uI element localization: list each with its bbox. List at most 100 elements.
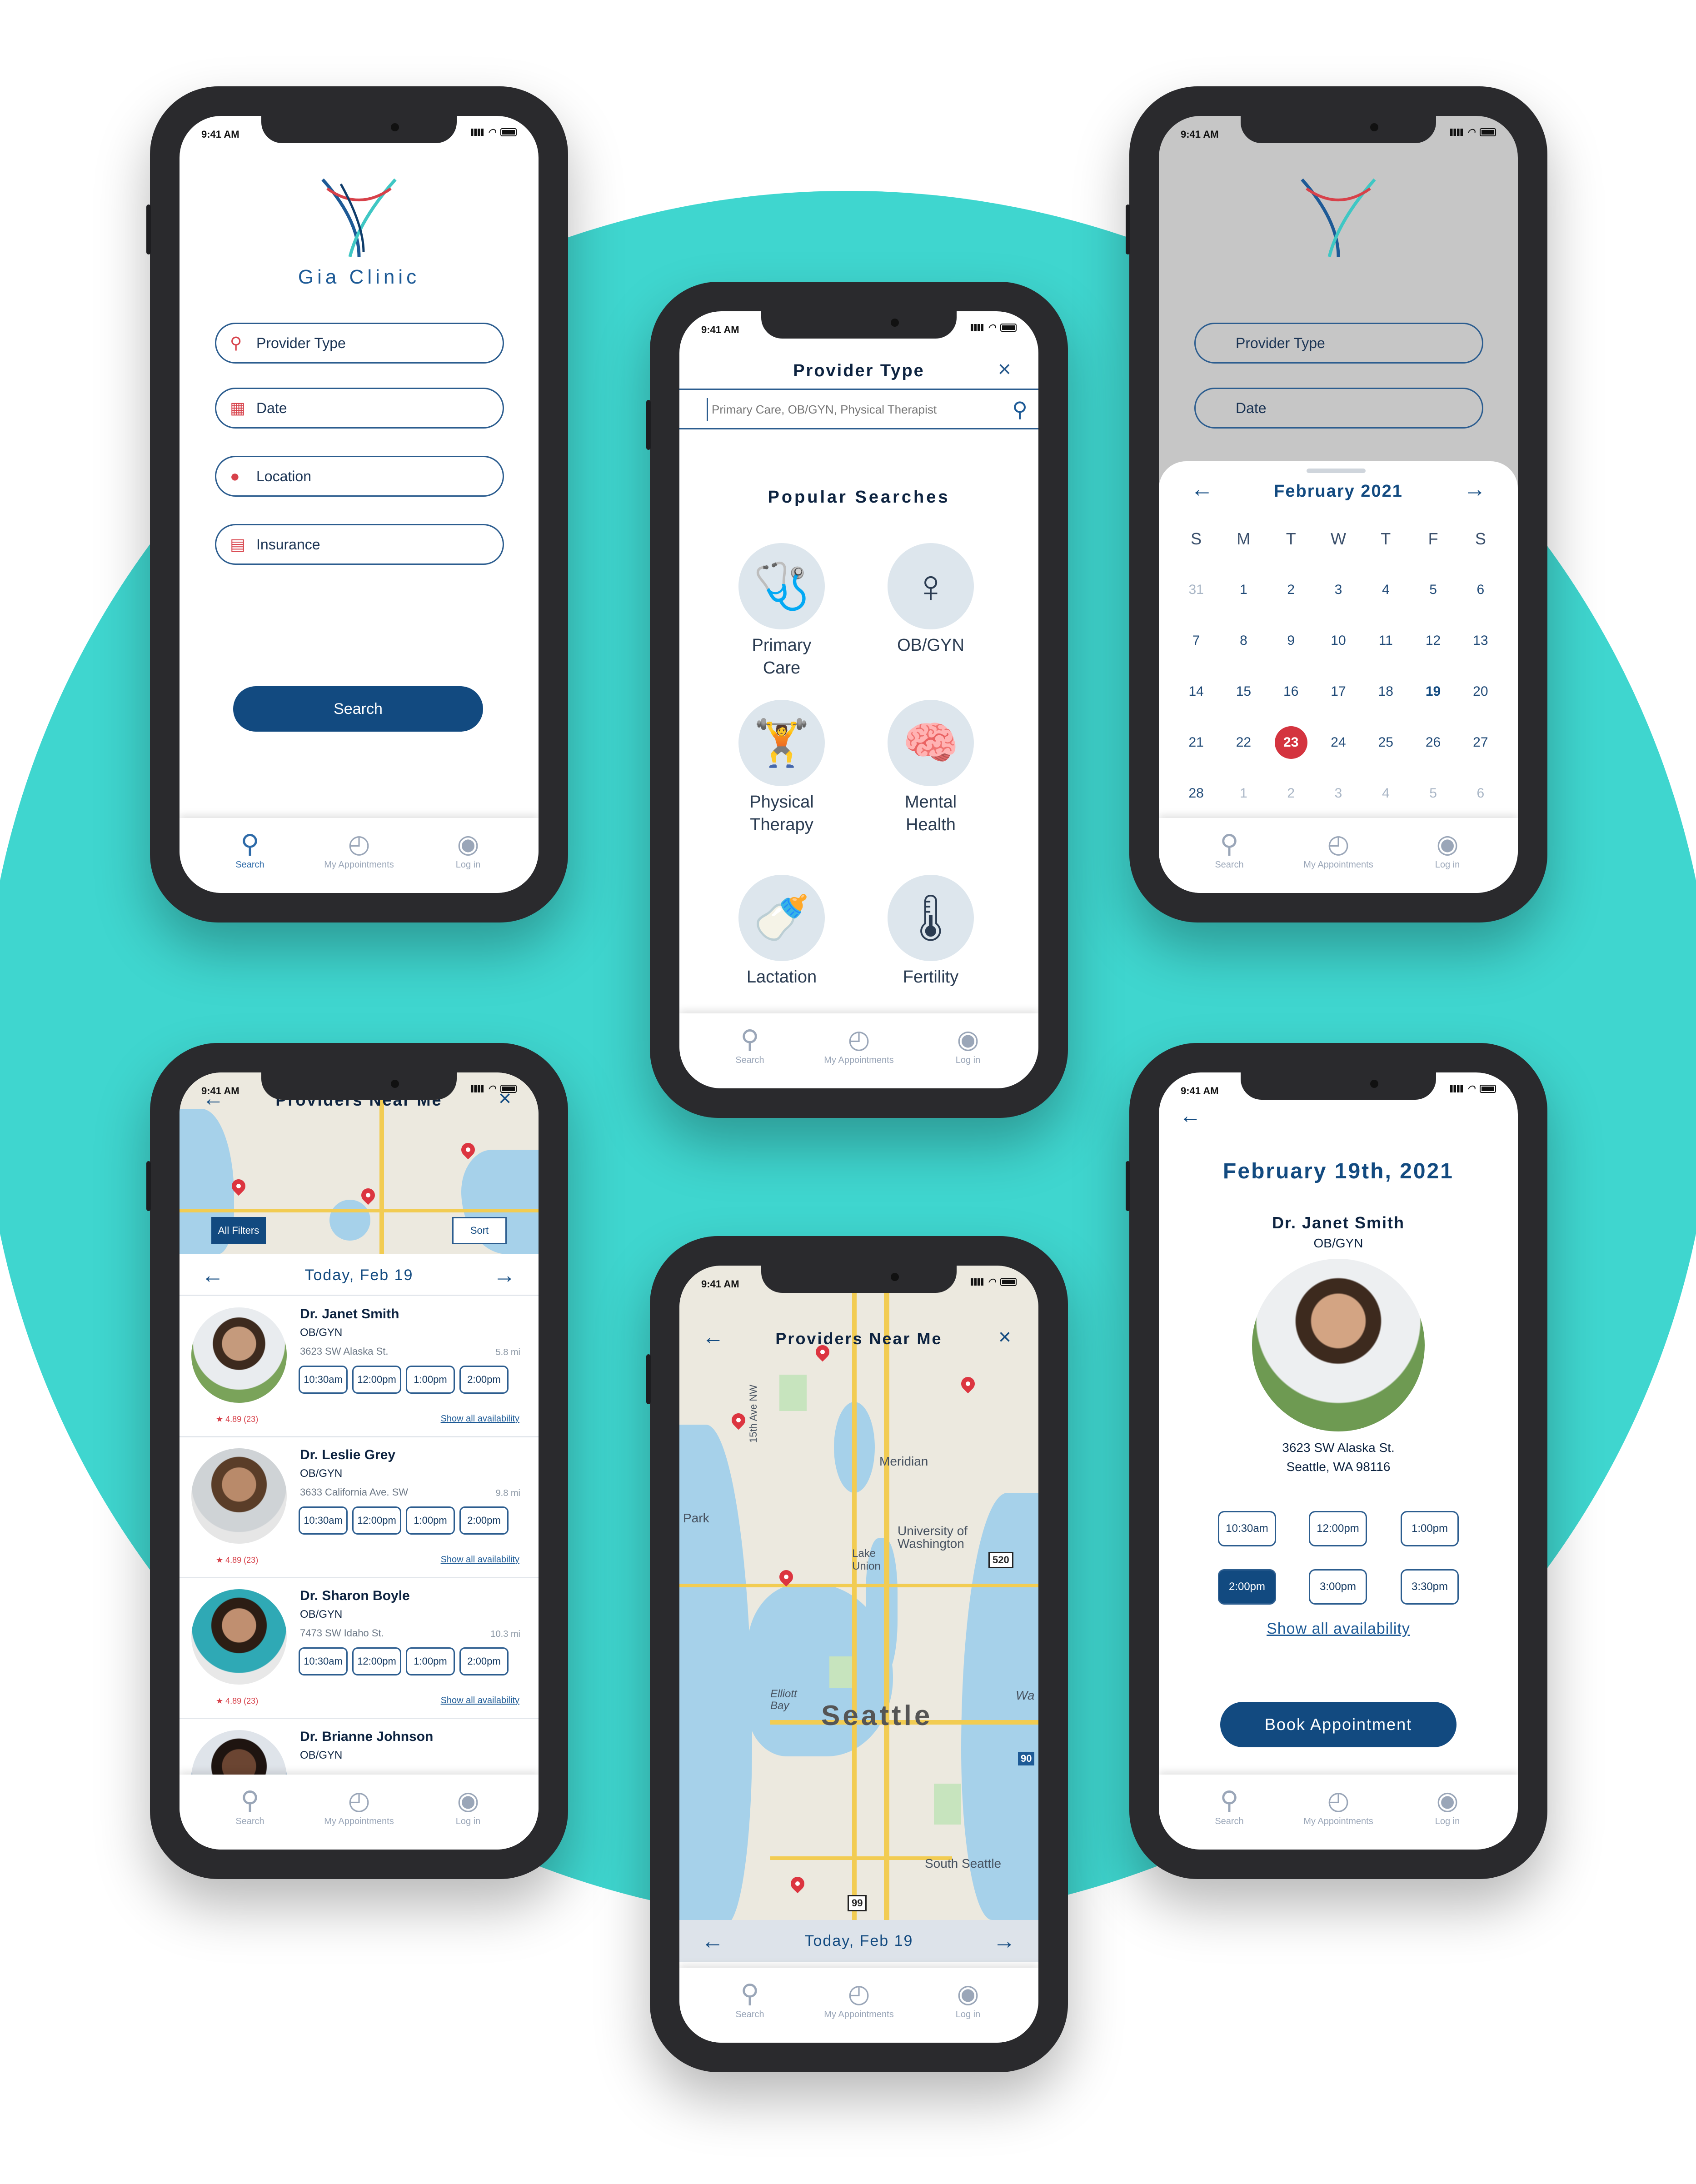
calendar-day[interactable]: 19 bbox=[1409, 666, 1457, 717]
category-mental-health[interactable]: 🧠 Mental Health bbox=[885, 700, 976, 836]
calendar-day[interactable]: 12 bbox=[1409, 615, 1457, 666]
next-day-arrow-icon[interactable]: → bbox=[993, 1920, 1017, 1962]
calendar-day[interactable]: 6 bbox=[1457, 564, 1504, 615]
tab-appointments[interactable]: ◴ My Appointments bbox=[307, 1785, 411, 1850]
calendar-day[interactable]: 3 bbox=[1315, 564, 1362, 615]
tab-appointments[interactable]: ◴ My Appointments bbox=[807, 1978, 911, 2043]
calendar-day[interactable]: 2 bbox=[1267, 768, 1315, 819]
date-field[interactable]: ▦ Date bbox=[215, 388, 504, 429]
calendar-day[interactable]: 6 bbox=[1457, 768, 1504, 819]
calendar-day[interactable]: 10 bbox=[1315, 615, 1362, 666]
provider-card[interactable]: Dr. Janet Smith OB/GYN 3623 SW Alaska St… bbox=[180, 1297, 539, 1437]
provider-type-field[interactable]: Provider Type bbox=[1194, 323, 1483, 364]
calendar-day[interactable]: 2 bbox=[1267, 564, 1315, 615]
tab-login[interactable]: ◉ Log in bbox=[416, 828, 520, 893]
time-slot[interactable]: 12:00pm bbox=[352, 1366, 401, 1394]
time-slot[interactable]: 1:00pm bbox=[406, 1647, 455, 1675]
time-slot[interactable]: 12:00pm bbox=[1309, 1511, 1367, 1546]
calendar-day[interactable]: 16 bbox=[1267, 666, 1315, 717]
provider-search-input[interactable] bbox=[707, 398, 988, 421]
provider-card[interactable]: Dr. Leslie Grey OB/GYN 3633 California A… bbox=[180, 1438, 539, 1578]
calendar-day[interactable]: 13 bbox=[1457, 615, 1504, 666]
time-slot[interactable]: 1:00pm bbox=[406, 1506, 455, 1535]
provider-card[interactable]: Dr. Sharon Boyle OB/GYN 7473 SW Idaho St… bbox=[180, 1579, 539, 1719]
calendar-day[interactable]: 18 bbox=[1362, 666, 1409, 717]
calendar-day[interactable]: 7 bbox=[1172, 615, 1220, 666]
sort-button[interactable]: Sort bbox=[452, 1217, 507, 1244]
tab-login[interactable]: ◉ Log in bbox=[916, 1978, 1020, 2043]
close-icon[interactable]: × bbox=[998, 356, 1011, 382]
category-fertility[interactable]: 🌡 Fertility bbox=[885, 875, 976, 988]
tab-login[interactable]: ◉ Log in bbox=[1395, 1785, 1500, 1850]
tab-search[interactable]: ⚲ Search bbox=[1177, 1785, 1282, 1850]
calendar-day[interactable]: 27 bbox=[1457, 717, 1504, 768]
calendar-day[interactable]: 8 bbox=[1220, 615, 1267, 666]
calendar-day[interactable]: 3 bbox=[1315, 768, 1362, 819]
show-all-availability-link[interactable]: Show all availability bbox=[441, 1555, 519, 1565]
tab-login[interactable]: ◉ Log in bbox=[1395, 828, 1500, 893]
tab-search[interactable]: ⚲ Search bbox=[1177, 828, 1282, 893]
calendar-day[interactable]: 4 bbox=[1362, 768, 1409, 819]
time-slot[interactable]: 12:00pm bbox=[352, 1647, 401, 1675]
next-month-arrow-icon[interactable]: → bbox=[1463, 476, 1486, 502]
category-lactation[interactable]: 🍼 Lactation bbox=[736, 875, 827, 988]
category-primary-care[interactable]: 🩺 Primary Care bbox=[736, 543, 827, 679]
category-obgyn[interactable]: ♀ OB/GYN bbox=[885, 543, 976, 657]
all-filters-button[interactable]: All Filters bbox=[211, 1217, 266, 1244]
back-arrow-icon[interactable]: ← bbox=[1179, 1103, 1201, 1128]
prev-month-arrow-icon[interactable]: ← bbox=[1191, 476, 1213, 502]
prev-day-arrow-icon[interactable]: ← bbox=[201, 1254, 225, 1296]
calendar-day[interactable]: 22 bbox=[1220, 717, 1267, 768]
tab-appointments[interactable]: ◴ My Appointments bbox=[1286, 828, 1391, 893]
time-slot[interactable]: 12:00pm bbox=[352, 1506, 401, 1535]
prev-day-arrow-icon[interactable]: ← bbox=[701, 1920, 725, 1962]
tab-login[interactable]: ◉ Log in bbox=[916, 1023, 1020, 1088]
insurance-field[interactable]: ▤ Insurance bbox=[215, 524, 504, 565]
time-slot[interactable]: 10:30am bbox=[299, 1506, 348, 1535]
location-field[interactable]: ● Location bbox=[215, 456, 504, 497]
calendar-day[interactable]: 20 bbox=[1457, 666, 1504, 717]
calendar-day[interactable]: 17 bbox=[1315, 666, 1362, 717]
calendar-day[interactable]: 11 bbox=[1362, 615, 1409, 666]
tab-search[interactable]: ⚲ Search bbox=[698, 1978, 802, 2043]
book-appointment-button[interactable]: Book Appointment bbox=[1220, 1702, 1457, 1747]
search-button[interactable]: Search bbox=[233, 686, 483, 732]
calendar-day[interactable]: 26 bbox=[1409, 717, 1457, 768]
calendar-day[interactable]: 1 bbox=[1220, 768, 1267, 819]
time-slot[interactable]: 1:00pm bbox=[406, 1366, 455, 1394]
time-slot[interactable]: 2:00pm bbox=[459, 1506, 509, 1535]
tab-appointments[interactable]: ◴ My Appointments bbox=[807, 1023, 911, 1088]
calendar-day[interactable]: 21 bbox=[1172, 717, 1220, 768]
search-icon[interactable]: ⚲ bbox=[1012, 397, 1028, 422]
map-view[interactable]: Meridian University of Washington Lake U… bbox=[679, 1266, 1038, 1920]
calendar-day[interactable]: 15 bbox=[1220, 666, 1267, 717]
tab-appointments[interactable]: ◴ My Appointments bbox=[307, 828, 411, 893]
calendar-day[interactable]: 5 bbox=[1409, 564, 1457, 615]
mini-map[interactable]: ← Providers Near Me × All Filters Sort bbox=[180, 1072, 539, 1254]
calendar-day[interactable]: 4 bbox=[1362, 564, 1409, 615]
close-icon[interactable]: × bbox=[998, 1325, 1011, 1350]
calendar-day[interactable]: 1 bbox=[1220, 564, 1267, 615]
time-slot-selected[interactable]: 2:00pm bbox=[1218, 1569, 1276, 1605]
date-field[interactable]: Date bbox=[1194, 388, 1483, 429]
time-slot[interactable]: 10:30am bbox=[299, 1366, 348, 1394]
time-slot[interactable]: 3:00pm bbox=[1309, 1569, 1367, 1605]
calendar-day[interactable]: 5 bbox=[1409, 768, 1457, 819]
tab-search[interactable]: ⚲ Search bbox=[198, 1785, 302, 1850]
calendar-day[interactable]: 28 bbox=[1172, 768, 1220, 819]
time-slot[interactable]: 1:00pm bbox=[1401, 1511, 1459, 1546]
time-slot[interactable]: 3:30pm bbox=[1401, 1569, 1459, 1605]
tab-appointments[interactable]: ◴ My Appointments bbox=[1286, 1785, 1391, 1850]
show-all-availability-link[interactable]: Show all availability bbox=[441, 1414, 519, 1424]
calendar-day[interactable]: 31 bbox=[1172, 564, 1220, 615]
tab-login[interactable]: ◉ Log in bbox=[416, 1785, 520, 1850]
time-slot[interactable]: 10:30am bbox=[299, 1647, 348, 1675]
tab-search[interactable]: ⚲ Search bbox=[198, 828, 302, 893]
calendar-day[interactable]: 25 bbox=[1362, 717, 1409, 768]
calendar-day[interactable]: 24 bbox=[1315, 717, 1362, 768]
show-all-availability-link[interactable]: Show all availability bbox=[441, 1695, 519, 1706]
show-all-availability-link[interactable]: Show all availability bbox=[1159, 1620, 1518, 1638]
time-slot[interactable]: 2:00pm bbox=[459, 1647, 509, 1675]
next-day-arrow-icon[interactable]: → bbox=[493, 1254, 517, 1296]
calendar-day[interactable]: 14 bbox=[1172, 666, 1220, 717]
